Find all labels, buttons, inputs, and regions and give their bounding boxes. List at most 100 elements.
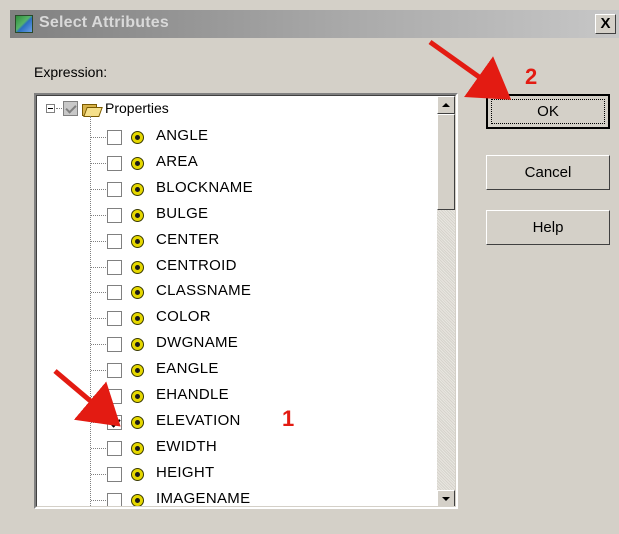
tree-item-row[interactable]: ELEVATION (37, 409, 431, 435)
property-icon (131, 416, 144, 429)
attribute-label: IMAGENAME (156, 490, 251, 507)
property-icon (131, 235, 144, 248)
tree-item-row[interactable]: BLOCKNAME (37, 176, 431, 202)
attribute-label: EHANDLE (156, 386, 229, 403)
attribute-checkbox[interactable] (107, 156, 122, 171)
tree-item-row[interactable]: IMAGENAME (37, 487, 431, 507)
attribute-checkbox[interactable] (107, 415, 122, 430)
attribute-checkbox[interactable] (107, 130, 122, 145)
attribute-label: AREA (156, 153, 199, 170)
tree-item-row[interactable]: EANGLE (37, 357, 431, 383)
collapse-icon[interactable] (46, 104, 55, 113)
dialog-title: Select Attributes (39, 14, 169, 31)
attribute-checkbox[interactable] (107, 311, 122, 326)
tree-connector (91, 189, 106, 190)
arrow-down-icon (442, 497, 450, 501)
attribute-checkbox[interactable] (107, 337, 122, 352)
arrow-up-icon (442, 103, 450, 107)
attribute-label: HEIGHT (156, 464, 215, 481)
property-icon (131, 286, 144, 299)
scroll-up-button[interactable] (437, 96, 455, 114)
scrollbar-thumb[interactable] (437, 114, 455, 210)
ok-button[interactable]: OK (486, 94, 610, 129)
attribute-label: CLASSNAME (156, 282, 252, 299)
tree-root-label: Properties (105, 100, 169, 116)
attribute-label: COLOR (156, 308, 211, 325)
tree-connector (91, 474, 106, 475)
tree-connector (91, 370, 106, 371)
app-icon (15, 15, 33, 33)
attribute-checkbox[interactable] (107, 285, 122, 300)
property-icon (131, 494, 144, 506)
attribute-label: BLOCKNAME (156, 179, 253, 196)
attribute-checkbox[interactable] (107, 493, 122, 506)
tree-connector (91, 163, 106, 164)
tree-item-row[interactable]: CLASSNAME (37, 279, 431, 305)
attribute-checkbox[interactable] (107, 208, 122, 223)
property-icon (131, 468, 144, 481)
tree-connector (91, 215, 106, 216)
property-icon (131, 338, 144, 351)
tree-root-row[interactable]: Properties (37, 98, 431, 124)
tree-connector (91, 267, 106, 268)
tree-item-row[interactable]: AREA (37, 150, 431, 176)
tree-connector (56, 108, 62, 109)
attribute-tree: Properties ANGLE AREA BLOCKNAME BULGE CENTER… (34, 93, 458, 509)
vertical-scrollbar[interactable] (437, 96, 455, 506)
tree-item-row[interactable]: ANGLE (37, 124, 431, 150)
property-icon (131, 390, 144, 403)
tree-item-row[interactable]: COLOR (37, 305, 431, 331)
attribute-label: DWGNAME (156, 334, 239, 351)
expression-label: Expression: (34, 64, 108, 80)
attribute-checkbox[interactable] (107, 363, 122, 378)
tree-connector (91, 137, 106, 138)
help-button[interactable]: Help (486, 210, 610, 245)
attribute-checkbox[interactable] (107, 182, 122, 197)
tree-item-row[interactable]: EWIDTH (37, 435, 431, 461)
tree-connector (91, 318, 106, 319)
annotation-step-1: 1 (282, 406, 295, 431)
attribute-checkbox[interactable] (107, 467, 122, 482)
attribute-label: CENTROID (156, 257, 237, 274)
scroll-down-button[interactable] (437, 490, 455, 506)
property-icon (131, 131, 144, 144)
attribute-checkbox[interactable] (107, 441, 122, 456)
tree-connector (91, 344, 106, 345)
tree-item-row[interactable]: EHANDLE (37, 383, 431, 409)
attribute-label: EWIDTH (156, 438, 217, 455)
tree-item-row[interactable]: CENTROID (37, 254, 431, 280)
tree-item-row[interactable]: DWGNAME (37, 331, 431, 357)
attribute-label: ANGLE (156, 127, 209, 144)
property-icon (131, 312, 144, 325)
folder-open-icon (82, 102, 103, 117)
tree-list: Properties ANGLE AREA BLOCKNAME BULGE CENTER… (37, 96, 431, 507)
property-icon (131, 261, 144, 274)
tree-connector (91, 448, 106, 449)
tree-connector (91, 241, 106, 242)
attribute-checkbox[interactable] (107, 234, 122, 249)
tree-item-row[interactable]: BULGE (37, 202, 431, 228)
tree-connector (91, 500, 106, 501)
tree-connector (91, 422, 106, 423)
property-icon (131, 442, 144, 455)
cancel-button[interactable]: Cancel (486, 155, 610, 190)
property-icon (131, 183, 144, 196)
tree-connector (91, 396, 106, 397)
attribute-label: ELEVATION (156, 412, 241, 429)
attribute-label: BULGE (156, 205, 209, 222)
attribute-checkbox[interactable] (107, 260, 122, 275)
attribute-checkbox[interactable] (107, 389, 122, 404)
property-icon (131, 364, 144, 377)
close-button[interactable]: X (595, 14, 616, 34)
property-icon (131, 209, 144, 222)
root-checkbox[interactable] (63, 101, 78, 116)
attribute-label: CENTER (156, 231, 220, 248)
focus-rect (491, 99, 605, 124)
annotation-step-2: 2 (525, 64, 538, 89)
tree-connector (91, 292, 106, 293)
tree-item-row[interactable]: CENTER (37, 228, 431, 254)
property-icon (131, 157, 144, 170)
title-bar[interactable]: Select Attributes X (10, 10, 619, 38)
tree-item-row[interactable]: HEIGHT (37, 461, 431, 487)
attribute-label: EANGLE (156, 360, 219, 377)
